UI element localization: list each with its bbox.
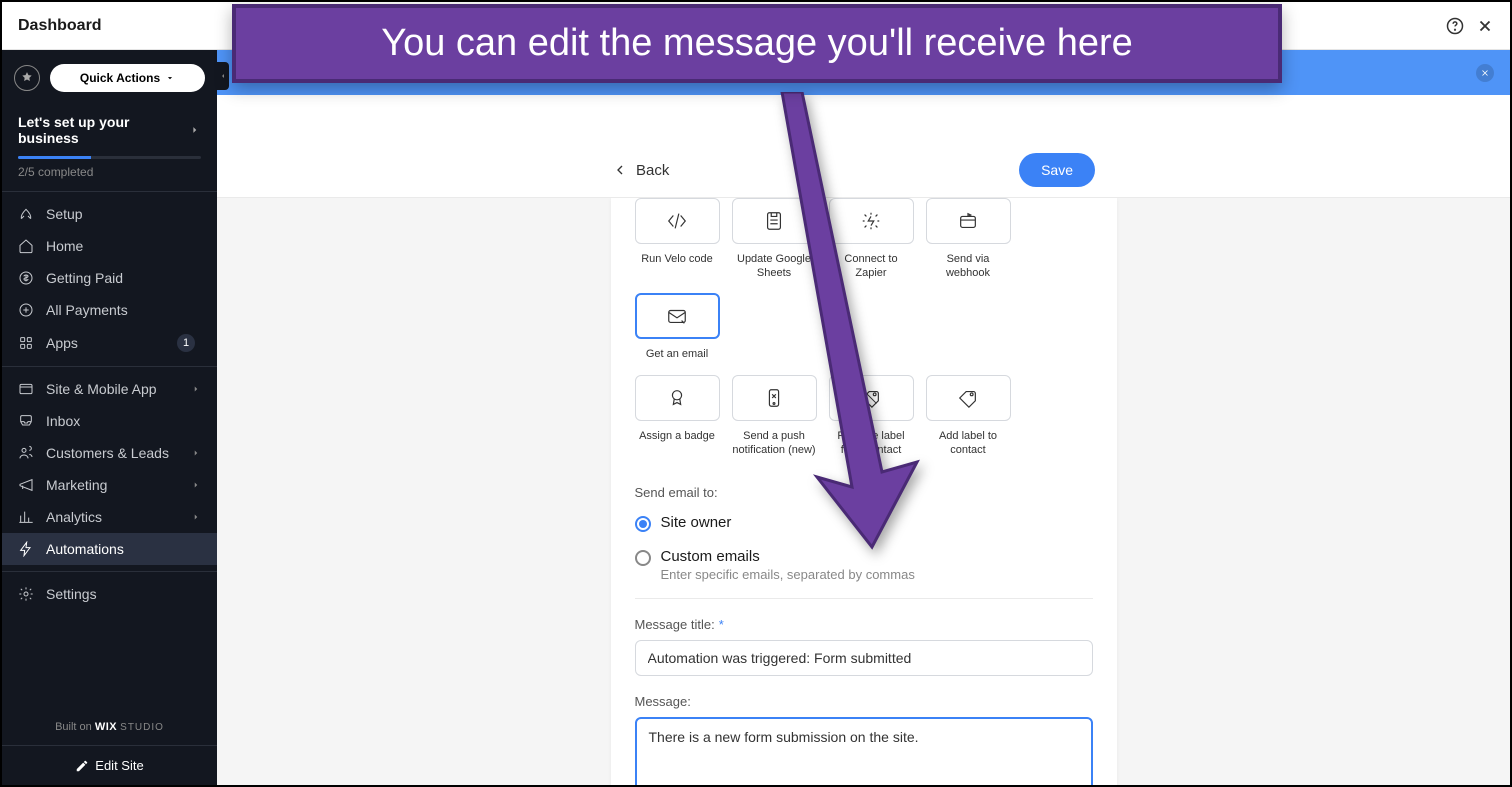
- sidebar-item-customers-leads[interactable]: Customers & Leads: [2, 437, 217, 469]
- quick-actions-button[interactable]: Quick Actions: [50, 64, 205, 92]
- action-get-an-email[interactable]: Get an email: [635, 293, 720, 361]
- page-title: Dashboard: [18, 17, 102, 35]
- sidebar-collapse-button[interactable]: [217, 62, 229, 90]
- setup-block[interactable]: Let's set up your business 2/5 completed: [2, 102, 217, 192]
- setup-progress-bar: [18, 156, 201, 159]
- sidebar-item-home[interactable]: Home: [2, 230, 217, 262]
- sidebar-item-inbox[interactable]: Inbox: [2, 405, 217, 437]
- edit-site-button[interactable]: Edit Site: [2, 745, 217, 785]
- sidebar: Quick Actions Let's set up your business…: [2, 50, 217, 785]
- annotation-arrow: [772, 92, 952, 562]
- sidebar-item-automations[interactable]: Automations: [2, 533, 217, 565]
- message-textarea[interactable]: [635, 717, 1093, 785]
- message-label: Message:: [635, 694, 1093, 709]
- message-title-label: Message title:*: [635, 617, 1093, 632]
- sidebar-item-site-mobile-app[interactable]: Site & Mobile App: [2, 373, 217, 405]
- topbar-actions: [1446, 17, 1494, 35]
- setup-progress-text: 2/5 completed: [18, 165, 201, 179]
- avatar[interactable]: [14, 65, 40, 91]
- setup-title: Let's set up your business: [18, 114, 189, 146]
- sidebar-item-marketing[interactable]: Marketing: [2, 469, 217, 501]
- sidebar-item-setup[interactable]: Setup: [2, 198, 217, 230]
- sidebar-item-apps[interactable]: Apps1: [2, 326, 217, 360]
- sidebar-item-getting-paid[interactable]: Getting Paid: [2, 262, 217, 294]
- help-icon[interactable]: [1446, 17, 1464, 35]
- sidebar-header: Quick Actions: [2, 50, 217, 102]
- sidebar-item-analytics[interactable]: Analytics: [2, 501, 217, 533]
- close-icon[interactable]: [1476, 17, 1494, 35]
- sidebar-item-all-payments[interactable]: All Payments: [2, 294, 217, 326]
- back-button[interactable]: Back: [612, 162, 669, 179]
- built-on-label: Built on WIX STUDIO: [2, 709, 217, 745]
- annotation-callout: You can edit the message you'll receive …: [232, 4, 1282, 83]
- sidebar-item-settings[interactable]: Settings: [2, 578, 217, 610]
- save-button[interactable]: Save: [1019, 153, 1095, 187]
- message-title-input[interactable]: [635, 640, 1093, 676]
- action-run-velo-code[interactable]: Run Velo code: [635, 198, 720, 281]
- banner-close-button[interactable]: [1476, 64, 1494, 82]
- divider: [635, 598, 1093, 599]
- action-assign-a-badge[interactable]: Assign a badge: [635, 375, 720, 458]
